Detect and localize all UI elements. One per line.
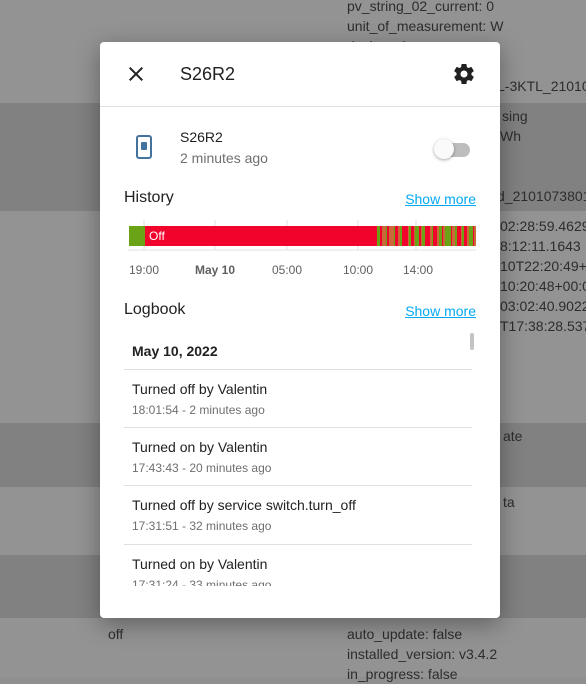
history-bar-mixed-segment xyxy=(451,226,452,246)
history-bar-mixed-segment xyxy=(469,226,473,246)
bg-attribute-line: auto_update: false xyxy=(347,626,463,642)
history-bar-mixed-segment xyxy=(439,226,442,246)
bg-attribute-line: L-3KTL_21010 xyxy=(497,78,586,94)
history-bar-mixed-segment xyxy=(467,226,469,246)
bg-attribute-line: unit_of_measurement: W xyxy=(347,18,504,34)
history-bar-mixed-segment xyxy=(432,226,433,246)
bg-attribute-line: 10T22:20:49+0 xyxy=(500,258,586,274)
history-bar-mixed-segment xyxy=(380,226,382,246)
toggle-thumb xyxy=(434,139,454,159)
history-bar-on-segment[interactable] xyxy=(129,226,145,246)
close-icon xyxy=(129,67,143,81)
bg-attribute-line: sing xyxy=(502,108,528,124)
history-bar-mixed-segment xyxy=(421,226,422,246)
bg-band xyxy=(0,618,586,677)
history-bar-mixed-segment xyxy=(394,226,395,246)
history-bar-mixed-segment xyxy=(445,226,451,246)
history-bar-mixed-segment xyxy=(437,226,439,246)
bg-attribute-line: d_2101073801 xyxy=(497,188,586,204)
bg-attribute-line: in_progress: false xyxy=(347,666,458,682)
bg-attribute-line: ate xyxy=(503,428,523,444)
history-timeline-chart[interactable]: Off 19:00 May 10 05:00 10:00 14:00 xyxy=(100,214,500,284)
history-bar-mixed-segment xyxy=(409,226,411,246)
bg-attribute-line: installed_version: v3.4.2 xyxy=(347,646,498,662)
bg-attribute-line: 02:28:59.4629 xyxy=(500,218,586,234)
bg-attribute-line: 8:12:11.1643 xyxy=(500,238,581,254)
bg-attribute-line: pv_string_02_current: 0 xyxy=(347,0,495,14)
history-bar-mixed-segment xyxy=(464,226,467,246)
history-bar-mixed-segment xyxy=(414,226,415,246)
history-bar-mixed-segment xyxy=(382,226,386,246)
history-bar-mixed-segment xyxy=(474,226,476,246)
history-tick-label: May 10 xyxy=(195,263,235,277)
logbook-entry-message: Turned off by service switch.turn_off xyxy=(132,497,356,513)
logbook-entry-time: 17:43:43 - 20 minutes ago xyxy=(132,461,272,475)
history-bar-mixed-segment xyxy=(415,226,419,246)
dialog-header: S26R2 xyxy=(100,42,500,107)
history-bar-mixed-segment xyxy=(443,226,445,246)
logbook-entry-message: Turned off by Valentin xyxy=(132,381,268,397)
bg-attribute-line: Wh xyxy=(500,128,521,144)
logbook-entry-message: Turned on by Valentin xyxy=(132,556,268,572)
history-show-more-link[interactable]: Show more xyxy=(405,190,476,208)
history-bar-mixed-segment xyxy=(395,226,398,246)
logbook-entry: Turned off by service switch.turn_off 17… xyxy=(124,485,472,544)
logbook-entry: Turned off by Valentin 18:01:54 - 2 minu… xyxy=(124,369,472,428)
history-bar-mixed-segment xyxy=(408,226,409,246)
logbook-show-more-link[interactable]: Show more xyxy=(405,302,476,320)
history-bar-mixed-segment xyxy=(461,226,462,246)
history-title: History xyxy=(124,189,174,206)
entity-last-changed: 2 minutes ago xyxy=(180,150,268,166)
history-bar-mixed-segment xyxy=(419,226,421,246)
history-bar-mixed-segment xyxy=(398,226,400,246)
bg-attribute-line: 10:20:48+00:0 xyxy=(500,278,586,294)
close-button[interactable] xyxy=(124,62,148,86)
history-bar-mixed-segment xyxy=(455,226,457,246)
logbook-entry-message: Turned on by Valentin xyxy=(132,439,268,455)
logbook-title: Logbook xyxy=(124,301,186,318)
logbook-list[interactable]: May 10, 2022 Turned off by Valentin 18:0… xyxy=(124,332,476,586)
entity-name: S26R2 xyxy=(180,129,223,145)
bg-state-value: off xyxy=(108,626,124,642)
logbook-date-header: May 10, 2022 xyxy=(132,343,218,359)
history-tick-label: 05:00 xyxy=(272,263,302,277)
logbook-entry-time: 17:31:24 - 33 minutes ago xyxy=(132,578,272,586)
history-bar-mixed-segment xyxy=(473,226,474,246)
entity-toggle[interactable] xyxy=(434,138,472,160)
entity-row: S26R2 2 minutes ago xyxy=(100,122,500,176)
bg-attribute-line: T17:38:28.537 xyxy=(500,318,586,334)
gear-icon xyxy=(454,64,474,84)
history-bar-mixed-segment xyxy=(402,226,408,246)
history-bar-mixed-segment xyxy=(452,226,455,246)
logbook-entry-time: 18:01:54 - 2 minutes ago xyxy=(132,403,265,417)
history-bar-mixed-segment xyxy=(411,226,414,246)
history-bar-label: Off xyxy=(149,229,165,243)
history-bar-mixed-segment xyxy=(386,226,387,246)
smart-plug-icon xyxy=(130,133,158,161)
logbook-entry: Turned on by Valentin 17:31:24 - 33 minu… xyxy=(124,544,472,586)
history-bar-mixed-segment xyxy=(422,226,425,246)
history-bar-mixed-segment xyxy=(457,226,461,246)
history-tick-label: 14:00 xyxy=(403,263,433,277)
bg-attribute-line: 03:02:40.9022 xyxy=(500,298,586,314)
history-bar-mixed-segment xyxy=(462,226,464,246)
history-bar-mixed-segment xyxy=(387,226,389,246)
history-bar-mixed-segment xyxy=(430,226,432,246)
history-tick-label: 19:00 xyxy=(129,263,159,277)
history-bar-mixed-segment xyxy=(433,226,437,246)
settings-button[interactable] xyxy=(452,62,476,86)
history-bar-mixed-segment xyxy=(425,226,430,246)
history-bar-mixed-segment xyxy=(389,226,394,246)
logbook-scrollbar[interactable] xyxy=(470,333,474,350)
dialog-title: S26R2 xyxy=(180,64,236,84)
history-bar-mixed-segment xyxy=(400,226,402,246)
history-bar-mixed-segment xyxy=(377,226,380,246)
history-tick-label: 10:00 xyxy=(343,263,373,277)
logbook-entry-time: 17:31:51 - 32 minutes ago xyxy=(132,519,272,533)
more-info-dialog: S26R2 S26R2 2 minutes ago History Show m… xyxy=(100,42,500,618)
history-bar-mixed-segment xyxy=(442,226,443,246)
logbook-entry: Turned on by Valentin 17:43:43 - 20 minu… xyxy=(124,427,472,486)
history-bar-off-segment[interactable] xyxy=(145,226,377,246)
bg-attribute-line: ta xyxy=(503,494,515,510)
